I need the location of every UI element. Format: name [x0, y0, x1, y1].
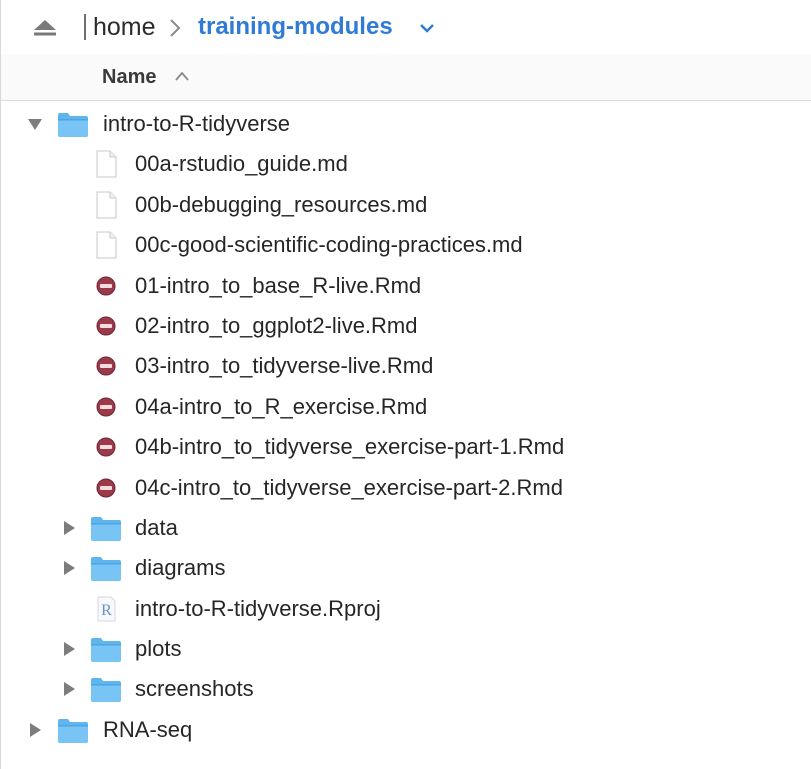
item-name: 01-intro_to_base_R-live.Rmd: [135, 272, 422, 298]
file-browser-window: home training-modules Name intro-to-R-ti…: [0, 0, 811, 769]
rmd-file-icon: [96, 397, 116, 417]
eject-icon[interactable]: [34, 20, 56, 36]
rmd-file-icon: [96, 316, 116, 336]
folder-row[interactable]: intro-to-R-tidyverse: [1, 104, 811, 144]
item-name: 02-intro_to_ggplot2-live.Rmd: [135, 312, 418, 338]
item-name: 00a-rstudio_guide.md: [135, 151, 348, 177]
file-row[interactable]: 00a-rstudio_guide.md: [1, 144, 811, 184]
item-name: diagrams: [135, 555, 226, 581]
disclosure-expanded-icon[interactable]: [28, 117, 42, 131]
file-row[interactable]: 04b-intro_to_tidyverse_exercise-part-1.R…: [1, 427, 811, 467]
item-name: 04c-intro_to_tidyverse_exercise-part-2.R…: [135, 474, 563, 500]
item-name: 03-intro_to_tidyverse-live.Rmd: [135, 353, 434, 379]
chevron-down-icon[interactable]: [419, 22, 435, 34]
name-column-header[interactable]: Name: [102, 65, 156, 89]
item-name: 04b-intro_to_tidyverse_exercise-part-1.R…: [135, 434, 565, 460]
disclosure-collapsed-icon[interactable]: [62, 561, 76, 576]
file-row[interactable]: 02-intro_to_ggplot2-live.Rmd: [1, 306, 811, 346]
sort-ascending-icon[interactable]: [175, 71, 189, 81]
disclosure-collapsed-icon[interactable]: [62, 642, 76, 657]
folder-row[interactable]: screenshots: [1, 669, 811, 709]
folder-row[interactable]: RNA-seq: [1, 710, 811, 750]
folder-row[interactable]: diagrams: [1, 548, 811, 588]
chevron-right-icon: [170, 19, 181, 37]
folder-icon: [91, 557, 121, 582]
file-row[interactable]: 04a-intro_to_R_exercise.Rmd: [1, 387, 811, 427]
disclosure-collapsed-icon[interactable]: [28, 722, 42, 737]
column-header: Name: [1, 54, 811, 101]
folder-icon: [58, 718, 88, 743]
disclosure-collapsed-icon[interactable]: [62, 520, 76, 535]
file-list: intro-to-R-tidyverse 00a-rstudio_guide.md…: [1, 104, 811, 750]
document-icon: [96, 150, 117, 178]
item-name: RNA-seq: [103, 716, 193, 742]
file-row[interactable]: 01-intro_to_base_R-live.Rmd: [1, 266, 811, 306]
item-name: intro-to-R-tidyverse: [103, 111, 291, 136]
disclosure-collapsed-icon[interactable]: [62, 682, 76, 697]
path-separator: [84, 14, 86, 40]
file-row[interactable]: 00c-good-scientific-coding-practices.md: [1, 225, 811, 265]
folder-row[interactable]: plots: [1, 629, 811, 669]
folder-row[interactable]: data: [1, 508, 811, 548]
breadcrumb-home[interactable]: home: [93, 13, 156, 41]
rmd-file-icon: [96, 276, 116, 296]
folder-icon: [58, 113, 88, 137]
file-row[interactable]: Rintro-to-R-tidyverse.Rproj: [1, 589, 811, 629]
rmd-file-icon: [96, 437, 116, 457]
rmd-file-icon: [96, 356, 116, 376]
file-row[interactable]: 00b-debugging_resources.md: [1, 185, 811, 225]
path-bar: home training-modules: [1, 0, 811, 55]
rmd-file-icon: [96, 478, 116, 498]
file-row[interactable]: 04c-intro_to_tidyverse_exercise-part-2.R…: [1, 468, 811, 508]
file-row[interactable]: 03-intro_to_tidyverse-live.Rmd: [1, 346, 811, 386]
item-name: 04a-intro_to_R_exercise.Rmd: [135, 393, 428, 419]
item-name: intro-to-R-tidyverse.Rproj: [135, 595, 381, 621]
folder-icon: [91, 516, 121, 541]
svg-text:R: R: [101, 602, 112, 619]
item-name: 00c-good-scientific-coding-practices.md: [135, 232, 523, 258]
item-name: plots: [135, 636, 182, 662]
breadcrumb-current[interactable]: training-modules: [198, 13, 393, 41]
folder-icon: [91, 678, 121, 703]
item-name: 00b-debugging_resources.md: [135, 191, 428, 217]
item-name: data: [135, 514, 178, 540]
rproj-file-icon: R: [97, 596, 116, 622]
item-name: screenshots: [135, 676, 254, 702]
document-icon: [96, 231, 117, 259]
folder-icon: [91, 638, 121, 663]
document-icon: [96, 191, 117, 219]
